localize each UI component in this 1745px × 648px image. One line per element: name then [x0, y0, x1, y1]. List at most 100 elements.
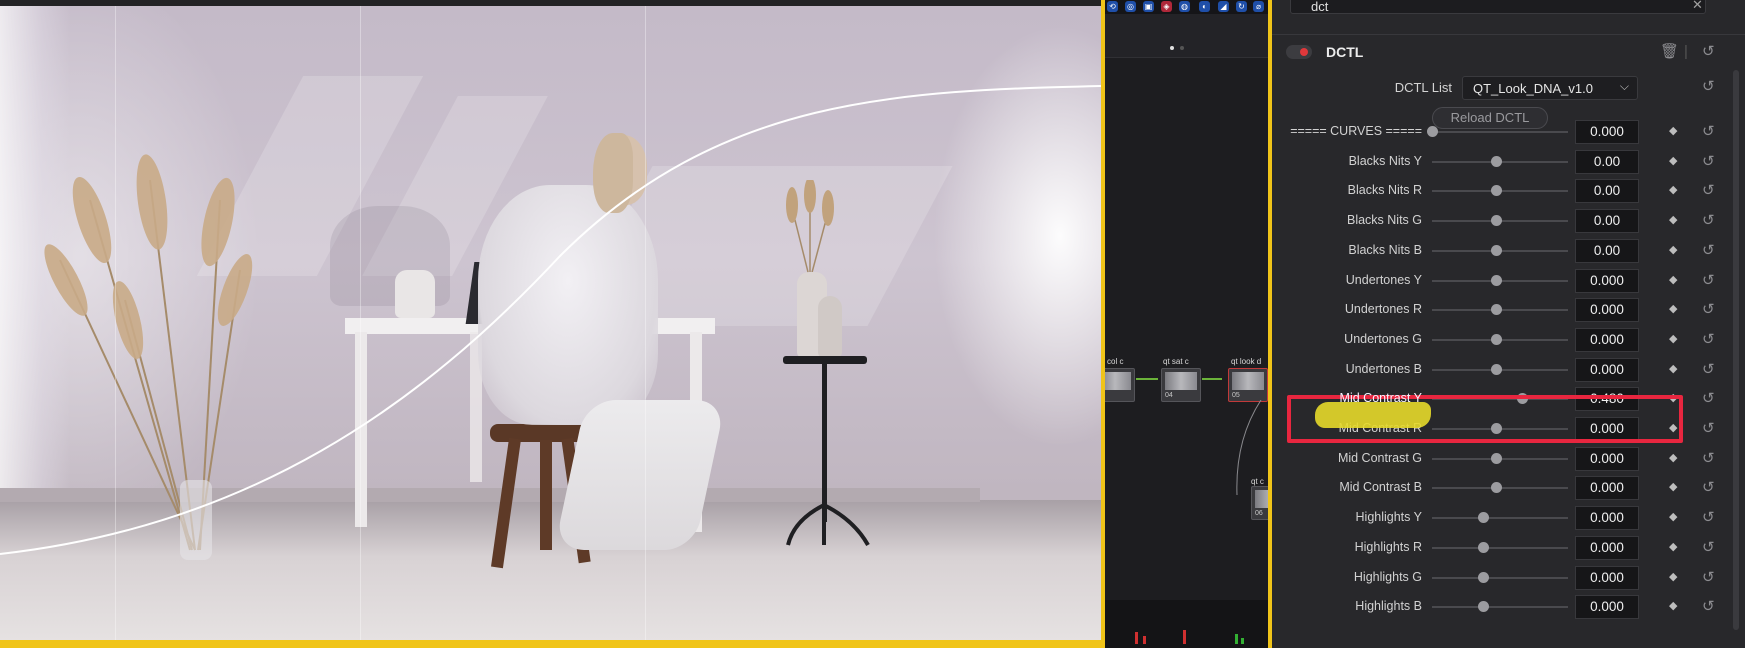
node-connector	[1202, 378, 1222, 380]
keyframe-diamond-icon[interactable]: ◆	[1669, 124, 1677, 137]
viewer-bottom-border	[0, 640, 1101, 648]
dctl-list-dropdown[interactable]: QT_Look_DNA_v1.0 ⌵	[1462, 76, 1638, 100]
keyframe-diamond-icon[interactable]: ◆	[1669, 570, 1677, 583]
reset-icon[interactable]: ↺	[1702, 508, 1715, 526]
slider-thumb[interactable]	[1491, 482, 1502, 494]
keyframe-diamond-icon[interactable]: ◆	[1669, 540, 1677, 553]
slider-thumb[interactable]	[1478, 601, 1490, 613]
video-viewer[interactable]	[0, 0, 1101, 648]
value-field[interactable]: 0.000	[1575, 446, 1639, 471]
effects-inspector[interactable]: dct ✕ DCTL 🗑 | ↺ DCTL List QT_Look_DNA_v…	[1272, 0, 1745, 648]
value-field[interactable]: 0.00	[1575, 149, 1639, 174]
slider-thumb[interactable]	[1478, 571, 1490, 583]
slider-track[interactable]	[1432, 606, 1568, 609]
page-dot-active[interactable]	[1170, 46, 1174, 50]
node-col-c[interactable]	[1105, 368, 1135, 402]
keyframe-diamond-icon[interactable]: ◆	[1669, 599, 1677, 612]
node-label: col c	[1107, 357, 1124, 366]
value-field[interactable]: 0.000	[1575, 327, 1639, 352]
node-qt-look-dna[interactable]: 05	[1228, 368, 1268, 402]
slider-thumb[interactable]	[1478, 541, 1490, 553]
slider-thumb[interactable]	[1491, 452, 1502, 464]
slider-thumb[interactable]	[1491, 185, 1502, 197]
reset-icon[interactable]: ↺	[1702, 419, 1715, 437]
value-field[interactable]: 0.000	[1575, 120, 1639, 144]
value-field[interactable]: 0.00	[1575, 179, 1639, 204]
toolbar-icon[interactable]: ↻	[1236, 1, 1247, 12]
node-qt-c[interactable]: 06	[1251, 486, 1268, 520]
toolbar-icon[interactable]: ▣	[1143, 1, 1154, 12]
toolbar-icon[interactable]: ◎	[1125, 1, 1136, 12]
slider-thumb[interactable]	[1491, 333, 1502, 345]
keyframe-diamond-icon[interactable]: ◆	[1669, 510, 1677, 523]
value-field[interactable]: 0.000	[1575, 565, 1639, 590]
toolbar-icon[interactable]: ◢	[1218, 1, 1229, 12]
reset-icon[interactable]: ↺	[1702, 152, 1715, 170]
reset-icon[interactable]: ↺	[1702, 44, 1715, 59]
toolbar-icon[interactable]: ◍	[1179, 1, 1190, 12]
slider-thumb[interactable]	[1491, 244, 1502, 256]
slider-track[interactable]	[1432, 576, 1568, 579]
keyframe-diamond-icon[interactable]: ◆	[1669, 154, 1677, 167]
reset-icon[interactable]: ↺	[1702, 79, 1715, 94]
trash-icon[interactable]: 🗑	[1660, 44, 1679, 59]
reset-icon[interactable]: ↺	[1702, 181, 1715, 199]
reset-icon[interactable]: ↺	[1702, 211, 1715, 229]
toolbar-icon[interactable]: ⟲	[1107, 1, 1118, 12]
scrollbar[interactable]	[1733, 70, 1739, 630]
slider-thumb[interactable]	[1491, 274, 1502, 286]
reset-icon[interactable]: ↺	[1702, 271, 1715, 289]
keyframe-diamond-icon[interactable]: ◆	[1669, 273, 1677, 286]
keyframe-diamond-icon[interactable]: ◆	[1669, 362, 1677, 375]
value-field[interactable]: 0.00	[1575, 209, 1639, 234]
reset-icon[interactable]: ↺	[1702, 330, 1715, 348]
page-dot[interactable]	[1180, 46, 1184, 50]
reset-icon[interactable]: ↺	[1702, 360, 1715, 378]
keyframe-diamond-icon[interactable]: ◆	[1669, 302, 1677, 315]
keyframe-diamond-icon[interactable]: ◆	[1669, 332, 1677, 345]
reset-icon[interactable]: ↺	[1702, 241, 1715, 259]
parameter-label: Undertones Y	[1345, 272, 1422, 287]
dctl-enable-toggle[interactable]	[1286, 45, 1312, 59]
slider-thumb[interactable]	[1491, 215, 1502, 227]
parameter-label: Mid Contrast G	[1337, 450, 1422, 465]
toolbar-icon[interactable]: ⌀	[1253, 1, 1264, 12]
slider-thumb[interactable]	[1478, 512, 1490, 524]
reset-icon[interactable]: ↺	[1702, 300, 1715, 318]
keyframe-diamond-icon[interactable]: ◆	[1669, 451, 1677, 464]
keyframe-diamond-icon[interactable]: ◆	[1669, 213, 1677, 226]
reset-icon[interactable]: ↺	[1702, 538, 1715, 556]
value-field[interactable]: 0.000	[1575, 476, 1639, 501]
value-field[interactable]: 0.00	[1575, 238, 1639, 263]
toolbar-icon[interactable]: ◈	[1161, 1, 1172, 12]
toolbar-icon[interactable]: ◐	[1199, 1, 1210, 12]
reset-icon[interactable]: ↺	[1702, 389, 1715, 407]
slider-thumb[interactable]	[1491, 155, 1502, 167]
reset-icon[interactable]: ↺	[1702, 449, 1715, 467]
reset-icon[interactable]: ↺	[1702, 478, 1715, 496]
reset-icon[interactable]: ↺	[1702, 122, 1715, 140]
value-field[interactable]: 0.000	[1575, 268, 1639, 293]
reset-icon[interactable]: ↺	[1702, 568, 1715, 586]
slider-track[interactable]	[1432, 517, 1568, 520]
slider-track[interactable]	[1432, 131, 1568, 133]
value-field[interactable]: 0.000	[1575, 595, 1639, 620]
slider-thumb[interactable]	[1491, 363, 1502, 375]
value-field[interactable]: 0.000	[1575, 506, 1639, 531]
parameter-row: Highlights B 0.000 ◆ ↺	[1272, 592, 1745, 622]
keyframe-diamond-icon[interactable]: ◆	[1669, 243, 1677, 256]
keyframe-diamond-icon[interactable]: ◆	[1669, 183, 1677, 196]
value-field[interactable]: 0.000	[1575, 357, 1639, 382]
slider-thumb[interactable]	[1491, 304, 1502, 316]
search-input[interactable]: dct	[1290, 0, 1706, 14]
node-editor[interactable]: ⟲ ◎ ▣ ◈ ◍ ◐ ◢ ↻ ⌀ col c qt sat c 04 qt l…	[1105, 0, 1268, 648]
reset-icon[interactable]: ↺	[1702, 597, 1715, 615]
slider-track[interactable]	[1432, 546, 1568, 549]
parameter-label: Blacks Nits Y	[1348, 153, 1422, 168]
value-field[interactable]: 0.000	[1575, 298, 1639, 323]
close-icon[interactable]: ✕	[1692, 0, 1703, 13]
value-field[interactable]: 0.000	[1575, 535, 1639, 560]
slider-thumb[interactable]	[1427, 126, 1438, 137]
node-qt-sat-c[interactable]: 04	[1161, 368, 1201, 402]
keyframe-diamond-icon[interactable]: ◆	[1669, 480, 1677, 493]
